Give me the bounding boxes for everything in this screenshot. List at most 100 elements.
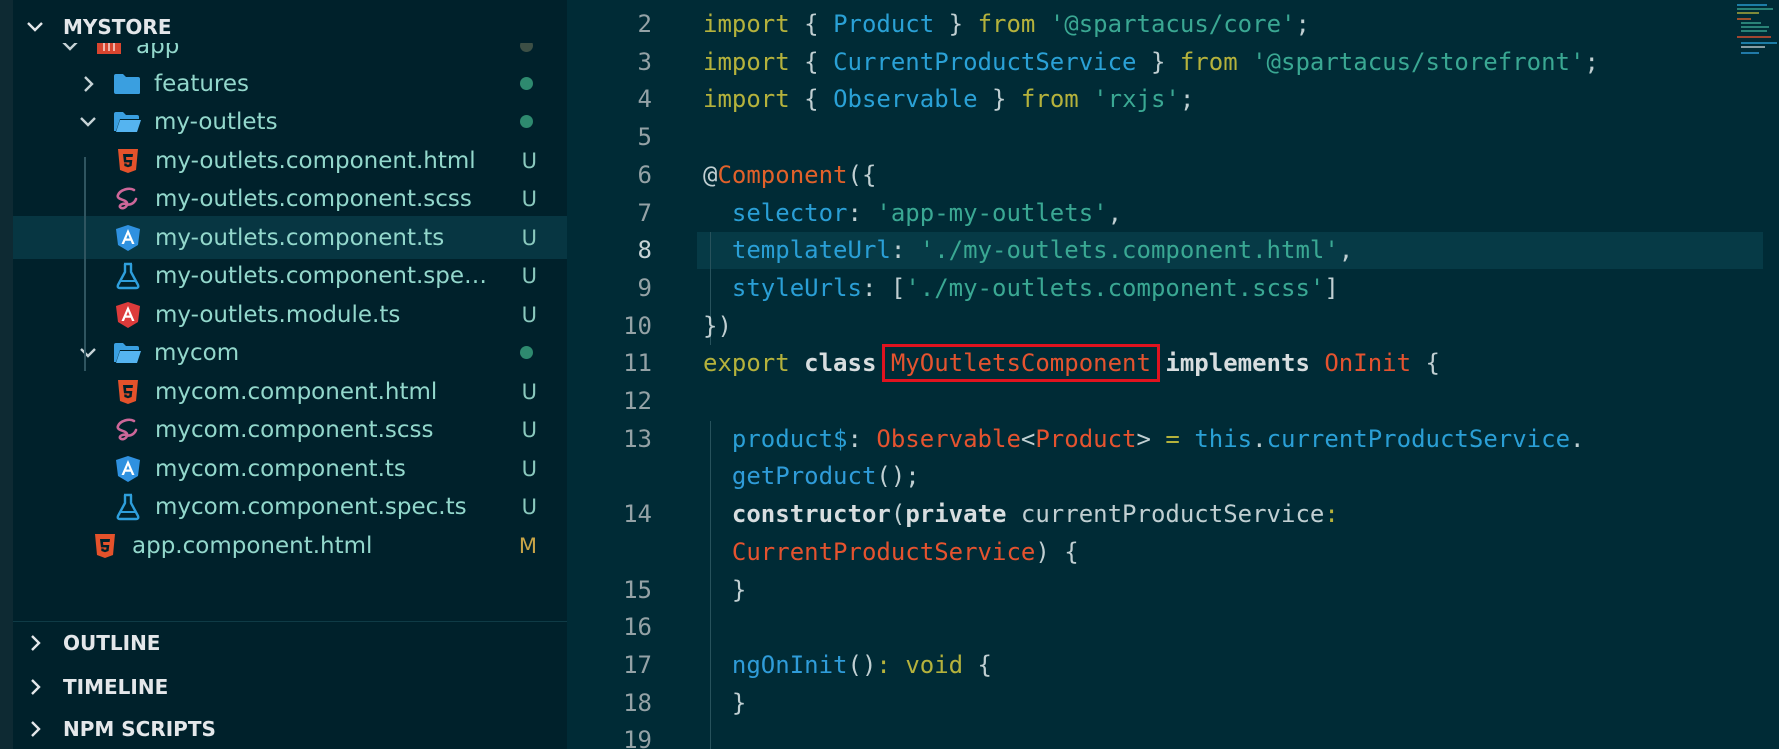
tree-file[interactable]: app.component.html M	[13, 524, 567, 567]
tree-indent-guide	[84, 157, 86, 371]
code-line: getProduct();	[703, 458, 920, 495]
code-token: product$	[731, 424, 848, 453]
code-token: import	[703, 47, 805, 76]
code-token: }	[703, 688, 747, 717]
code-line: styleUrls: ['./my-outlets.component.scss…	[703, 270, 1339, 307]
code-token: {	[804, 47, 834, 76]
code-token: ();	[876, 462, 920, 491]
code-token: templateUrl	[731, 236, 891, 265]
code-line: import { Product } from '@spartacus/core…	[703, 6, 1310, 43]
flask-icon	[113, 492, 143, 522]
code-line: }	[703, 685, 746, 722]
code-token: getProduct	[731, 462, 877, 491]
explorer-root-label: MYSTORE	[63, 14, 172, 39]
code-token: }	[977, 85, 1021, 114]
tree-item-label: mycom.component.html	[155, 378, 438, 405]
explorer-root-header[interactable]: MYSTORE	[13, 5, 567, 48]
section-timeline-label: TIMELINE	[63, 674, 169, 699]
chevron-right-icon	[25, 719, 45, 739]
section-outline[interactable]: OUTLINE	[13, 621, 567, 664]
tree-file[interactable]: mycom.component.ts U	[13, 447, 567, 490]
tree-item-label: features	[154, 70, 250, 97]
code-token: :	[847, 424, 877, 453]
code-token: export	[703, 349, 805, 378]
chevron-right-icon	[25, 677, 45, 697]
tree-file[interactable]: my-outlets.component.scss U	[13, 177, 567, 220]
code-token: void	[905, 650, 964, 679]
angular-icon	[113, 223, 143, 253]
code-token: .	[1570, 424, 1585, 453]
section-npm-scripts[interactable]: NPM SCRIPTS	[13, 707, 567, 749]
git-status-badge: U	[521, 302, 537, 327]
code-token: }	[703, 575, 747, 604]
tree-file[interactable]: mycom.component.scss U	[13, 408, 567, 451]
code-line: CurrentProductService) {	[703, 534, 1079, 571]
line-number: 18	[623, 688, 652, 717]
line-number: 17	[623, 650, 652, 679]
folder-open-icon	[112, 338, 142, 368]
tree-folder[interactable]: my-outlets	[13, 100, 567, 143]
tree-file[interactable]: mycom.component.spec.ts U	[13, 485, 567, 528]
code-line: selector: 'app-my-outlets',	[703, 195, 1122, 232]
highlight-annotation-box	[881, 344, 1160, 383]
code-token: {	[1411, 349, 1440, 378]
chevron-down-icon[interactable]	[58, 43, 82, 58]
code-token: })	[703, 311, 732, 340]
code-editor[interactable]: 2 3 4 5 6 7 8 9 10 11 12 13 14 15 16 17 18 19 import { Pr…	[567, 0, 1779, 749]
code-token: {	[804, 85, 834, 114]
code-token: ,	[1107, 198, 1123, 227]
git-status-badge: U	[521, 186, 537, 211]
minimap-line	[1737, 4, 1767, 6]
minimap[interactable]	[1733, 0, 1779, 60]
code-token: {	[804, 10, 834, 38]
tree-file[interactable]: mycom.component.html U	[13, 370, 567, 413]
modified-dot	[520, 77, 533, 90]
code-line: @Component({	[703, 157, 876, 194]
sass-icon	[113, 415, 143, 445]
chevron-down-icon[interactable]	[76, 110, 100, 134]
code-token: '@spartacus/storefront'	[1252, 47, 1585, 76]
code-token: :	[876, 650, 906, 679]
tree-file[interactable]: my-outlets.component.spec.ts U	[13, 254, 567, 297]
code-token: :	[890, 236, 920, 265]
chevron-down-icon[interactable]	[76, 341, 100, 365]
git-status-badge: M	[518, 533, 537, 558]
line-number	[567, 534, 652, 571]
line-number: 12	[623, 387, 652, 415]
chevron-right-icon	[25, 633, 45, 653]
minimap-line	[1737, 12, 1759, 14]
tree-folder[interactable]: mycom	[13, 331, 567, 374]
line-number: 16	[623, 613, 652, 642]
section-timeline[interactable]: TIMELINE	[13, 665, 567, 708]
code-token: ;	[1295, 10, 1310, 38]
tree-item-label: app.component.html	[132, 532, 373, 559]
code-token: ()	[847, 650, 877, 679]
code-line: constructor(private currentProductServic…	[703, 496, 1339, 533]
tree-file[interactable]: my-outlets.module.ts U	[13, 293, 567, 336]
tree-folder[interactable]: features	[13, 62, 567, 105]
tree-file[interactable]: my-outlets.component.html U	[13, 139, 567, 182]
code-token: (	[890, 500, 906, 529]
line-number: 14	[623, 500, 652, 529]
folder-open-icon	[94, 43, 124, 61]
code-line: ngOnInit(): void {	[703, 647, 992, 684]
folder-icon	[112, 69, 142, 99]
code-token: class	[804, 349, 891, 378]
code-token: './my-outlets.component.scss'	[905, 273, 1325, 302]
section-outline-label: OUTLINE	[63, 631, 161, 655]
code-token: =	[1165, 424, 1195, 453]
chevron-right-icon[interactable]	[76, 72, 100, 96]
code-token: ]	[1324, 273, 1339, 302]
git-status-badge: U	[521, 379, 537, 404]
code-line: templateUrl: './my-outlets.component.htm…	[703, 232, 1353, 269]
tree-item-label: mycom.component.ts	[155, 455, 406, 482]
tree-file[interactable]: my-outlets.component.ts U	[13, 216, 567, 259]
code-token: ngOnInit	[731, 650, 848, 679]
tree-item-label: my-outlets.module.ts	[155, 301, 401, 328]
code-token: 'app-my-outlets'	[876, 198, 1108, 227]
code-token: : [	[861, 273, 906, 302]
